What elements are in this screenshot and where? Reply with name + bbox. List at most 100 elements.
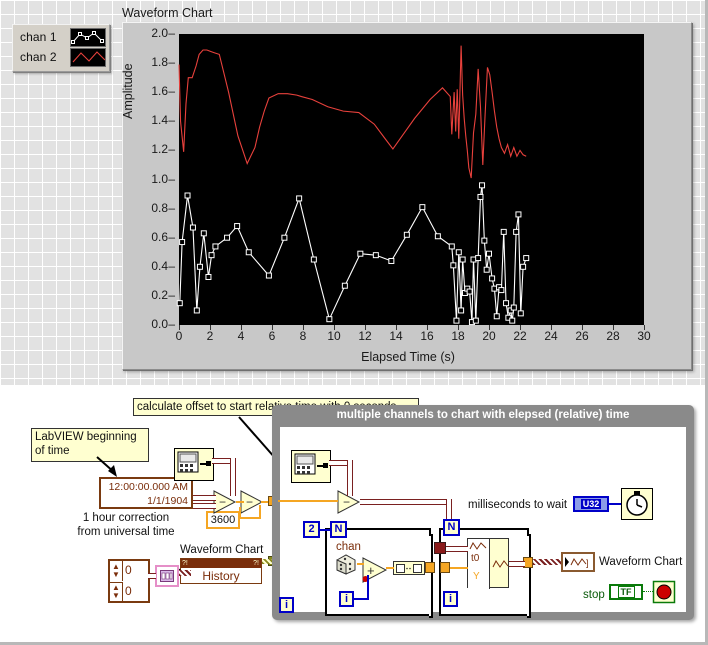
label-hour-correction: 1 hour correction from universal time [77,512,175,538]
waveform-chart[interactable]: Amplitude Elapsed Time (s) 0.0– 0.2– 0.4– 0… [121,22,692,370]
series-line-chan-1 [179,185,527,323]
label-history-chart: Waveform Chart [180,544,264,556]
stop-conditional-terminal-icon[interactable] [652,580,676,604]
svg-text:−: − [343,495,350,509]
series-marker [489,275,496,282]
x-tick-label: 4 [237,329,245,343]
front-panel: chan 1 chan 2 Waveform Chart Amplitude E… [0,0,708,385]
wire-rand-to-add [357,563,364,565]
series-marker [200,230,207,237]
series-marker [475,255,482,262]
series-marker [403,231,410,238]
legend-row-chan2[interactable]: chan 2 [16,47,106,67]
wire-i-up [367,575,369,600]
series-marker [498,287,505,294]
array-constant-zeros[interactable]: ▲ ▼ ▲ ▼ 0 0 [108,559,150,603]
wire-array-to-icon [148,573,156,579]
y-tick-label: 0.4– [151,258,175,273]
label-waveform-chart-indicator: Waveform Chart [599,556,683,568]
series-marker [500,228,507,235]
x-tick-label: 22 [513,329,527,343]
series-marker [176,300,183,307]
chart-title: Waveform Chart [122,6,213,20]
series-marker [208,252,215,259]
series-marker [472,317,479,324]
series-marker [515,211,522,218]
series-marker [281,234,288,241]
wire-3600-to-sub2 [259,505,261,519]
y-tick-label: 0.2– [151,287,175,302]
wait-ms-icon[interactable] [621,488,653,520]
while-loop-i-terminal[interactable]: i [443,591,458,607]
svg-text:−: − [246,495,253,509]
legend-swatch-chan2[interactable] [69,47,106,67]
series-marker [509,317,516,324]
constant-2[interactable]: 2 [303,521,320,538]
series-marker [493,313,500,320]
x-tick-label: 20 [482,329,496,343]
series-marker [477,193,484,200]
array-to-cluster-icon[interactable] [155,565,179,587]
legend-swatch-chan1[interactable] [69,27,106,47]
get-date-time-icon-2[interactable] [291,450,331,483]
series-marker [481,237,488,244]
wire-timestamp-top [193,495,216,501]
series-marker [193,307,200,314]
series-marker [520,263,527,270]
series-marker [388,257,395,264]
series-marker [513,228,520,235]
y-tick-label: 1.6– [151,84,175,99]
plot-area[interactable] [176,34,644,326]
waveform-chart-indicator[interactable]: ] [561,552,595,572]
x-tick-label: 8 [299,329,307,343]
comment-labview-epoch[interactable]: LabVIEW beginning of time [31,428,149,462]
bundle-input-y: Y [473,571,480,582]
series-marker [245,249,252,256]
array-build-node[interactable] [393,561,425,575]
tunnel-for-loop-out[interactable] [425,562,435,573]
ms-wait-terminal[interactable]: U32 [573,496,609,512]
x-tick-label: 0 [175,329,183,343]
for-loop-i-terminal[interactable]: i [339,591,354,607]
wire-sub1-to-sub2 [236,501,244,503]
get-date-time-icon[interactable] [174,448,214,481]
series-marker [486,250,492,257]
wire-cluster [179,570,191,576]
property-node-history[interactable]: ?! ?! History [180,558,262,584]
legend-label-chan1: chan 1 [20,30,57,44]
series-marker [455,249,462,256]
series-marker [265,272,272,279]
tunnel-y-in[interactable] [440,562,450,573]
wire-y-in [450,567,468,569]
series-marker [459,256,466,263]
x-tick-label: 16 [420,329,434,343]
wire-add-to-build [386,567,394,569]
while-loop-n-terminal-2[interactable]: N [443,519,460,536]
timestamp-constant[interactable]: 12:00:00.000 AM 1/1/1904 [99,477,193,509]
y-tick-label: 1.4– [151,113,175,128]
series-marker [310,256,317,263]
series-marker [205,273,212,280]
legend-row-chan1[interactable]: chan 1 [16,27,106,47]
add-node[interactable]: + [362,557,388,583]
stop-type: TF [617,586,635,598]
wire-3600-right [239,517,261,519]
for-loop-n-terminal[interactable]: N [330,521,347,538]
x-tick-label: 26 [575,329,589,343]
random-number-icon[interactable] [334,553,358,575]
series-marker [196,263,203,270]
tunnel-elapsed-time[interactable] [434,542,446,554]
series-marker [503,300,510,307]
build-waveform-node[interactable]: t0 Y [467,538,509,589]
series-marker [466,288,473,295]
y-tick-label: 0.6– [151,229,175,244]
stop-terminal[interactable]: TF [609,584,643,600]
wire-elapsed-right [360,499,450,505]
wire-dt2-down [347,460,353,496]
label-stop: stop [583,589,605,601]
series-marker [453,317,460,324]
chart-legend[interactable]: chan 1 chan 2 [12,24,110,72]
outer-loop-i-terminal[interactable]: i [279,597,294,613]
series-marker [184,192,191,199]
y-tick-label: 2.0– [151,26,175,40]
